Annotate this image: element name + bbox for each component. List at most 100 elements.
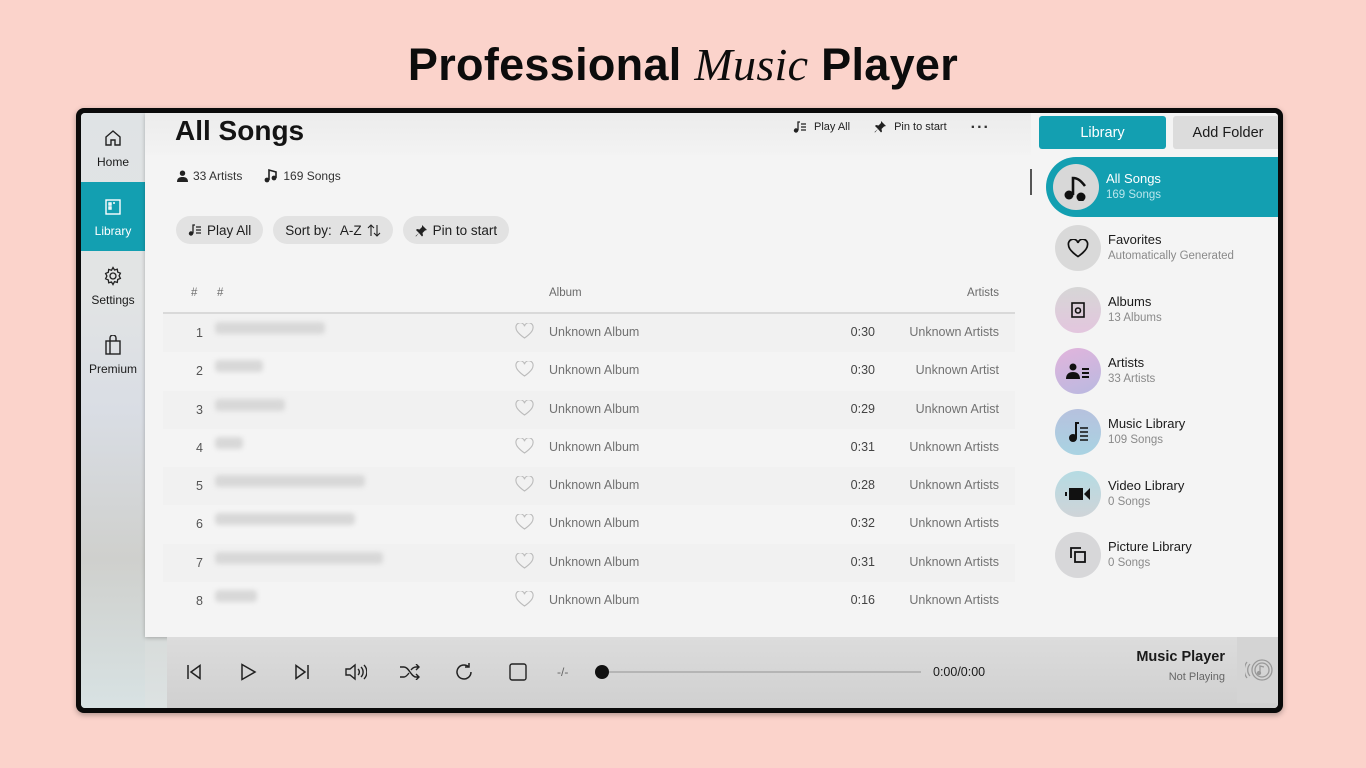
favorite-heart-icon[interactable] <box>515 513 534 533</box>
play-all-button[interactable]: Play All <box>176 216 264 244</box>
song-title-blurred[interactable] <box>215 322 325 334</box>
nav-label: Premium <box>88 361 137 376</box>
nav-item-settings[interactable]: Settings <box>81 251 145 320</box>
more-options-button[interactable]: ... <box>971 115 990 133</box>
category-albums[interactable]: Albums 13 Albums <box>1055 280 1278 340</box>
music-notes-icon <box>264 168 278 183</box>
stop-button[interactable] <box>505 659 531 685</box>
table-row[interactable]: 1 Unknown Album 0:30 Unknown Artists <box>163 314 1015 353</box>
table-row[interactable]: 4 Unknown Album 0:31 Unknown Artists <box>163 429 1015 467</box>
category-music-library[interactable]: Music Library 109 Songs <box>1055 402 1278 462</box>
category-label: Video Library <box>1108 477 1185 493</box>
library-tab[interactable]: Library <box>1039 116 1166 149</box>
nav-rail: Home Library Settings Premium <box>81 113 145 708</box>
row-duration: 0:16 <box>850 593 875 608</box>
column-header-title[interactable]: # <box>217 287 223 299</box>
song-title-blurred[interactable] <box>215 436 243 449</box>
sort-by-button[interactable]: Sort by: A-Z <box>273 216 393 244</box>
play-icon <box>241 663 257 681</box>
row-number: 1 <box>196 326 203 340</box>
category-favorites[interactable]: Favorites Automatically Generated <box>1055 218 1278 278</box>
next-icon <box>295 664 309 680</box>
table-row[interactable]: 2 Unknown Album 0:30 Unknown Artist <box>163 352 1015 390</box>
favorite-heart-icon[interactable] <box>515 360 534 380</box>
nav-label: Library <box>94 223 132 238</box>
scrollbar[interactable] <box>1030 169 1032 195</box>
row-album: Unknown Album <box>549 325 640 339</box>
favorite-heart-icon[interactable] <box>515 590 534 610</box>
volume-button[interactable] <box>343 659 369 685</box>
row-duration: 0:28 <box>850 478 875 493</box>
category-artists[interactable]: Artists 33 Artists <box>1055 341 1278 401</box>
row-album: Unknown Album <box>549 439 640 454</box>
row-album: Unknown Album <box>549 401 640 416</box>
column-header-artists[interactable]: Artists <box>967 287 999 299</box>
table-body: 1 Unknown Album 0:30 Unknown Artists 2 U… <box>163 314 1015 620</box>
song-title-blurred[interactable] <box>215 475 365 488</box>
player-bar: -/- 0:00/0:00 Music Player Not Playing <box>167 637 1278 708</box>
songs-count: 169 Songs <box>264 168 341 183</box>
album-art[interactable] <box>1237 637 1278 703</box>
song-title-blurred[interactable] <box>215 398 285 411</box>
table-row[interactable]: 8 Unknown Album 0:16 Unknown Artists <box>163 582 1015 620</box>
row-duration: 0:32 <box>850 516 875 531</box>
playlist-play-icon <box>188 224 201 236</box>
table-row[interactable]: 7 Unknown Album 0:31 Unknown Artists <box>163 543 1015 583</box>
seek-slider[interactable] <box>595 665 921 679</box>
sort-arrows-icon <box>367 223 380 237</box>
table-row[interactable]: 3 Unknown Album 0:29 Unknown Artist <box>163 390 1015 429</box>
now-playing-status: Not Playing <box>1168 671 1225 683</box>
category-picture-library[interactable]: Picture Library 0 Songs <box>1055 525 1278 585</box>
favorite-heart-icon[interactable] <box>515 398 534 419</box>
table-row[interactable]: 6 Unknown Album 0:32 Unknown Artists <box>163 505 1015 543</box>
category-label: All Songs <box>1106 171 1161 186</box>
repeat-icon <box>456 663 472 680</box>
album-icon <box>1055 286 1101 333</box>
favorite-heart-icon[interactable] <box>515 322 534 342</box>
play-button[interactable] <box>235 659 261 685</box>
next-button[interactable] <box>289 659 315 685</box>
song-title-blurred[interactable] <box>215 513 355 526</box>
pin-to-start-button[interactable]: Pin to start <box>402 216 510 244</box>
heart-icon <box>1055 225 1101 272</box>
nav-item-home[interactable]: Home <box>81 113 145 182</box>
row-number: 8 <box>196 594 203 609</box>
column-header-number[interactable]: # <box>191 287 197 299</box>
category-video-library[interactable]: Video Library 0 Songs <box>1055 464 1278 524</box>
playback-rate[interactable]: -/- <box>557 665 568 679</box>
shuffle-button[interactable] <box>397 659 423 685</box>
row-duration: 0:30 <box>850 363 875 378</box>
library-icon <box>102 196 124 218</box>
row-artist: Unknown Artists <box>909 325 999 339</box>
column-header-album[interactable]: Album <box>549 287 582 299</box>
previous-button[interactable] <box>181 659 207 685</box>
music-notes-icon <box>1053 164 1099 210</box>
row-number: 4 <box>196 440 203 455</box>
nav-item-premium[interactable]: Premium <box>81 320 145 389</box>
row-duration: 0:31 <box>850 554 875 569</box>
favorite-heart-icon[interactable] <box>515 475 534 495</box>
volume-icon <box>345 663 367 681</box>
song-title-blurred[interactable] <box>215 551 383 564</box>
button-label: Play All <box>207 222 252 238</box>
header-pin-button[interactable]: Pin to start <box>874 120 947 133</box>
song-title-blurred[interactable] <box>215 590 257 603</box>
table-row[interactable]: 5 Unknown Album 0:28 Unknown Artists <box>163 467 1015 506</box>
row-album: Unknown Album <box>549 363 640 378</box>
seek-handle[interactable] <box>595 665 609 679</box>
row-album: Unknown Album <box>549 478 640 493</box>
add-folder-button[interactable]: Add Folder <box>1173 116 1278 149</box>
song-title-blurred[interactable] <box>215 360 263 373</box>
now-playing-title: Music Player <box>1136 649 1225 665</box>
library-stats: 33 Artists 169 Songs <box>177 168 363 183</box>
category-all-songs[interactable]: All Songs 169 Songs <box>1046 157 1278 217</box>
favorite-heart-icon[interactable] <box>515 552 534 572</box>
home-icon <box>102 127 124 149</box>
button-label: Pin to start <box>432 222 498 238</box>
header-play-all-button[interactable]: Play All <box>793 121 850 133</box>
repeat-button[interactable] <box>451 659 477 685</box>
favorite-heart-icon[interactable] <box>515 437 534 457</box>
nav-item-library[interactable]: Library <box>81 182 145 251</box>
category-subtitle: 109 Songs <box>1108 434 1163 447</box>
row-album: Unknown Album <box>549 593 640 608</box>
